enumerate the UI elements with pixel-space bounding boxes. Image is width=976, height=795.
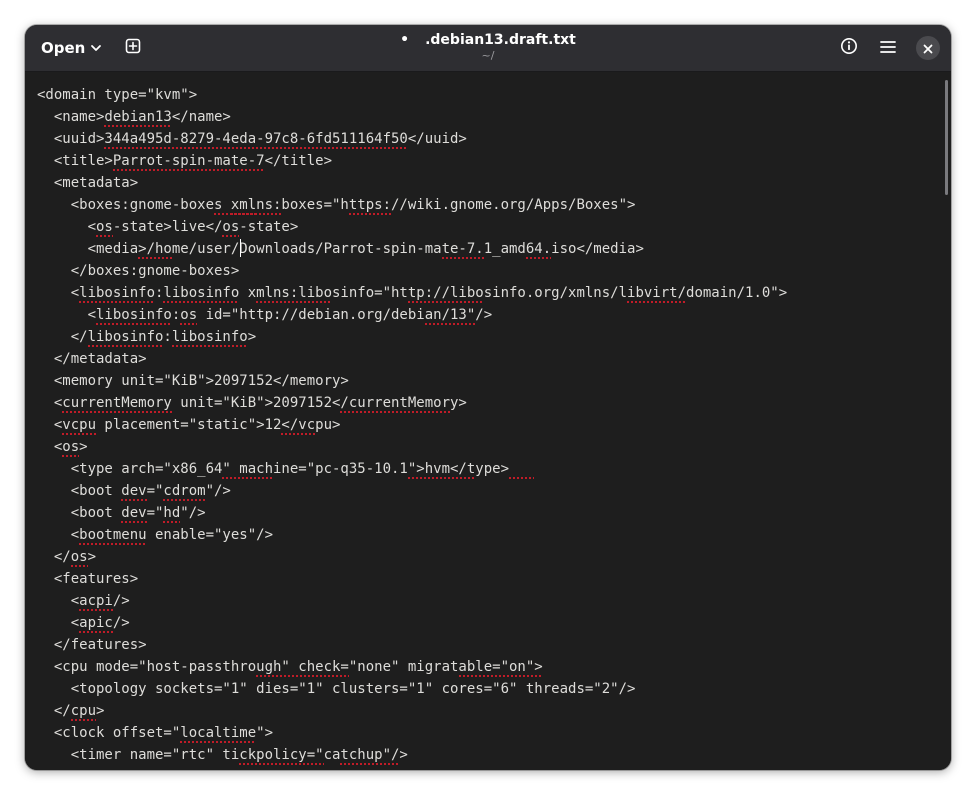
editor-line[interactable]: <memory unit="KiB">2097152</memory> xyxy=(37,370,787,392)
header-bar: Open • .debian13.draft.txt ~/ xyxy=(25,25,951,72)
spellcheck-underline xyxy=(256,675,349,677)
spellcheck-underline xyxy=(424,323,476,325)
editor-line[interactable]: <topology sockets="1" dies="1" clusters=… xyxy=(37,678,787,700)
spellcheck-underline xyxy=(407,301,484,303)
text-cursor xyxy=(240,239,241,257)
editor-line[interactable]: <os> xyxy=(37,436,787,458)
spellcheck-underline xyxy=(171,345,248,347)
close-window-button[interactable] xyxy=(916,36,940,60)
spellcheck-underline xyxy=(87,345,164,347)
main-menu-button[interactable] xyxy=(874,34,902,62)
spellcheck-underline xyxy=(79,543,147,545)
spellcheck-underline xyxy=(222,477,274,479)
editor-line[interactable]: <clock offset="localtime"> xyxy=(37,722,787,744)
editor-line[interactable]: <features> xyxy=(37,568,787,590)
spellcheck-underline xyxy=(62,411,172,413)
editor-line[interactable]: <metadata> xyxy=(37,172,787,194)
close-icon xyxy=(923,39,933,58)
spellcheck-underline xyxy=(112,169,265,171)
spellcheck-underline xyxy=(239,763,324,765)
spellcheck-underline xyxy=(121,521,147,523)
info-icon xyxy=(840,37,858,59)
spellcheck-underline xyxy=(70,719,96,721)
spellcheck-underline xyxy=(121,499,147,501)
spellcheck-underline xyxy=(407,477,476,479)
spellcheck-underline xyxy=(163,301,240,303)
spellcheck-underline xyxy=(627,301,687,303)
spellcheck-underline xyxy=(509,477,535,479)
spellcheck-underline xyxy=(62,455,80,457)
spellcheck-underline xyxy=(138,257,172,259)
window-title-area: • .debian13.draft.txt ~/ xyxy=(25,30,951,62)
spellcheck-underline xyxy=(104,125,172,127)
editor-line[interactable]: <boot dev="hd"/> xyxy=(37,502,787,524)
spellcheck-underline xyxy=(340,411,451,413)
editor-line[interactable]: </metadata> xyxy=(37,348,787,370)
document-text[interactable]: <domain type="kvm"> <name>debian13</name… xyxy=(37,84,787,770)
vertical-scrollbar[interactable] xyxy=(945,80,948,195)
document-title: .debian13.draft.txt xyxy=(425,32,576,48)
spellcheck-underline xyxy=(79,631,113,633)
spellcheck-underline xyxy=(525,257,552,259)
spellcheck-underline xyxy=(70,565,88,567)
editor-line[interactable]: <domain type="kvm"> xyxy=(37,84,787,106)
spellcheck-underline xyxy=(180,741,257,743)
spellcheck-underline xyxy=(348,213,392,215)
spellcheck-underline xyxy=(180,323,198,325)
editor-line[interactable]: <bootmenu enable="yes"/> xyxy=(37,524,787,546)
editor-line[interactable]: </boxes:gnome-boxes> xyxy=(37,260,787,282)
editor-line[interactable]: </os> xyxy=(37,546,787,568)
text-editor-area[interactable]: <domain type="kvm"> <name>debian13</name… xyxy=(25,72,951,770)
text-editor-window: Open • .debian13.draft.txt ~/ <domain ty… xyxy=(25,25,951,770)
editor-line[interactable]: <acpi/> xyxy=(37,590,787,612)
spellcheck-underline xyxy=(230,213,282,215)
editor-line[interactable]: <cpu mode="host-passthrough" check="none… xyxy=(37,656,787,678)
editor-line[interactable]: <boot dev="cdrom"/> xyxy=(37,480,787,502)
spellcheck-underline xyxy=(79,301,155,303)
editor-line[interactable]: <apic/> xyxy=(37,612,787,634)
document-path: ~/ xyxy=(481,49,495,62)
modified-indicator: • xyxy=(400,32,410,48)
spellcheck-underline xyxy=(163,499,206,501)
spellcheck-underline xyxy=(62,433,96,435)
spellcheck-underline xyxy=(222,235,240,237)
spellcheck-underline xyxy=(79,609,113,611)
editor-line[interactable]: <vcpu placement="static">12</vcpu> xyxy=(37,414,787,436)
spellcheck-underline xyxy=(441,257,484,259)
editor-line[interactable]: </cpu> xyxy=(37,700,787,722)
spellcheck-underline xyxy=(96,323,172,325)
hamburger-menu-icon xyxy=(880,39,896,58)
editor-line[interactable]: <boxes:gnome-boxes xmlns:boxes="https://… xyxy=(37,194,787,216)
editor-line[interactable]: <timer name="pit" tickpolicy="delay"/> xyxy=(37,766,787,770)
spellcheck-underline xyxy=(458,675,543,677)
spellcheck-underline xyxy=(340,763,400,765)
editor-line[interactable]: <timer name="rtc" tickpolicy="catchup"/> xyxy=(37,744,787,766)
spellcheck-underline xyxy=(104,147,408,149)
editor-line[interactable]: </features> xyxy=(37,634,787,656)
spellcheck-underline xyxy=(163,521,181,523)
spellcheck-underline xyxy=(281,433,316,435)
spellcheck-underline xyxy=(96,235,113,237)
editor-line[interactable]: <os-state>live</os-state> xyxy=(37,216,787,238)
spellcheck-underline xyxy=(256,301,333,303)
document-info-button[interactable] xyxy=(835,34,863,62)
